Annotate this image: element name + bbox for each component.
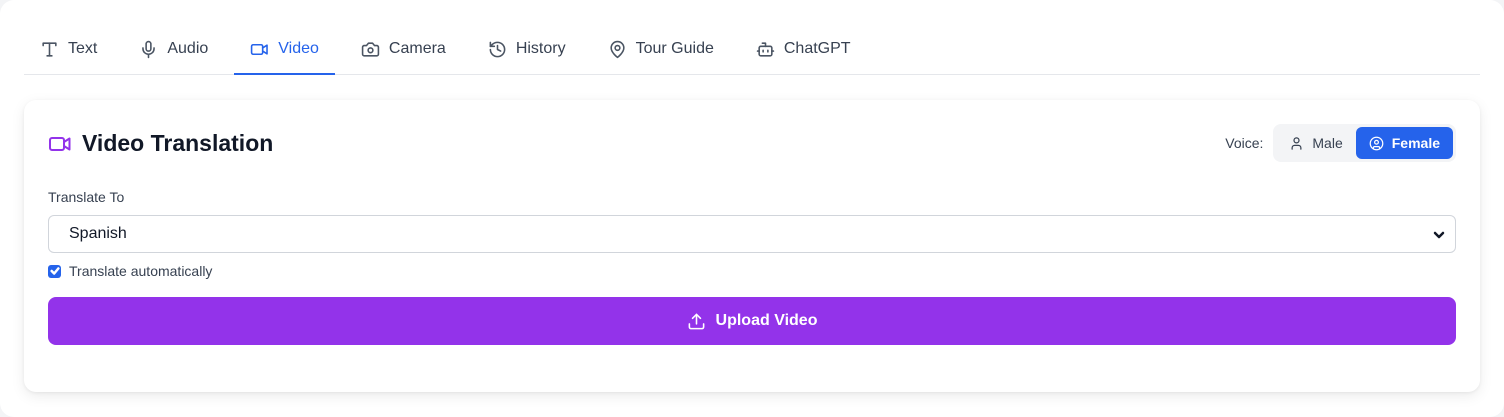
type-icon	[42, 41, 57, 57]
voice-label: Voice:	[1225, 135, 1264, 151]
upload-video-button[interactable]: Upload Video	[48, 297, 1456, 345]
check-icon	[49, 267, 60, 275]
mic-icon	[142, 40, 156, 58]
video-icon	[251, 43, 269, 55]
chevron-down-icon	[1433, 228, 1445, 240]
tab-label: Camera	[388, 40, 446, 57]
video-translation-card: Video Translation Voice: Male Female Tra…	[24, 100, 1480, 392]
voice-male-label: Male	[1312, 135, 1343, 151]
auto-translate-checkbox[interactable]	[48, 264, 61, 278]
camera-icon	[361, 41, 380, 57]
tab-label: ChatGPT	[783, 40, 851, 57]
user-icon	[1291, 136, 1302, 150]
translate-to-label: Translate To	[48, 189, 125, 205]
card-title: Video Translation	[82, 130, 274, 156]
tab-history[interactable]: History	[472, 24, 582, 74]
bot-icon	[756, 41, 775, 57]
upload-video-label: Upload Video	[715, 312, 818, 329]
auto-translate-label: Translate automatically	[69, 263, 213, 279]
page: Text Audio Video Camera History Tour Gui…	[0, 0, 1504, 417]
map-pin-icon	[609, 40, 625, 58]
tab-chatgpt[interactable]: ChatGPT	[740, 24, 867, 74]
voice-male-button[interactable]: Male	[1276, 127, 1355, 159]
card-header: Video Translation	[48, 130, 273, 157]
tab-label: Tour Guide	[635, 40, 714, 57]
tab-audio[interactable]: Audio	[123, 24, 224, 74]
tab-label: Text	[68, 40, 98, 57]
upload-icon	[688, 313, 704, 329]
tab-label: History	[515, 40, 566, 57]
tab-bar: Text Audio Video Camera History Tour Gui…	[24, 24, 1480, 75]
language-select[interactable]: Spanish	[48, 215, 1456, 253]
voice-toggle: Male Female	[1273, 124, 1456, 162]
voice-female-label: Female	[1391, 135, 1440, 151]
tab-label: Audio	[167, 40, 209, 57]
history-icon	[489, 41, 506, 57]
video-icon	[49, 136, 71, 151]
auto-translate-row: Translate automatically	[48, 263, 212, 279]
tab-label: Video	[278, 40, 319, 57]
tab-tour-guide[interactable]: Tour Guide	[592, 24, 730, 74]
user-circle-icon	[1369, 136, 1384, 150]
tab-text[interactable]: Text	[24, 24, 113, 74]
voice-selector: Voice: Male Female	[1225, 124, 1456, 162]
tab-video[interactable]: Video	[234, 24, 335, 75]
language-select-value: Spanish	[69, 225, 127, 242]
voice-female-button[interactable]: Female	[1355, 127, 1453, 159]
tab-camera[interactable]: Camera	[345, 24, 462, 74]
